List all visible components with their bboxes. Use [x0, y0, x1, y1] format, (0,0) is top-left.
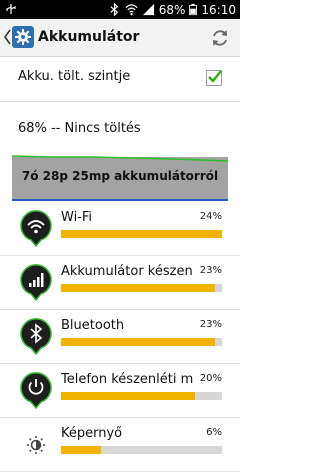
usage-list: Wi-Fi 24% Akkumulátor készenlét 23% Blue… — [0, 202, 240, 472]
battery-history-graph[interactable]: 7ó 28p 25mp akkumulátorról — [12, 151, 228, 199]
usage-item-screen[interactable]: Képernyő 6% — [0, 418, 240, 472]
charge-status-row: 68% -- Nincs töltés — [0, 102, 240, 150]
usage-bar-fill — [61, 446, 102, 454]
show-level-checkbox[interactable] — [206, 70, 222, 86]
back-icon[interactable] — [2, 28, 12, 46]
usage-item-standby[interactable]: Akkumulátor készenlét 23% — [0, 256, 240, 310]
refresh-icon[interactable] — [210, 28, 230, 48]
status-bar: 68% 16:10 — [0, 0, 240, 19]
usage-bar — [61, 446, 222, 454]
battery-icon — [189, 3, 198, 16]
settings-app-icon — [12, 26, 34, 48]
brightness-icon — [27, 436, 45, 454]
show-level-setting[interactable]: Akku. tölt. szintje — [0, 56, 240, 102]
usage-name: Bluetooth — [61, 318, 125, 333]
app-bar: Akkumulátor — [0, 19, 240, 57]
usage-bar — [61, 284, 222, 292]
battery-time-label: 7ó 28p 25mp akkumulátorról — [21, 169, 219, 183]
battery-percent: 68% — [158, 2, 186, 17]
usage-bar-fill — [61, 284, 216, 292]
usage-item-phone-idle[interactable]: Telefon készenléti mód 20% — [0, 364, 240, 418]
usage-percent: 6% — [206, 427, 222, 438]
wifi-status-icon — [125, 4, 138, 16]
usage-percent: 20% — [199, 373, 222, 384]
wifi-icon — [20, 210, 52, 247]
usage-name: Képernyő — [61, 426, 123, 441]
usage-bar-fill — [61, 230, 222, 238]
usage-bar — [61, 338, 222, 346]
bluetooth-icon — [20, 318, 52, 355]
usage-bar — [61, 392, 222, 400]
usage-name: Akkumulátor készenlét — [61, 264, 193, 279]
graph-baseline — [12, 199, 228, 201]
usage-bar-fill — [61, 392, 196, 400]
usb-icon — [6, 4, 16, 14]
bluetooth-status-icon — [110, 3, 118, 16]
clock: 16:10 — [201, 2, 236, 17]
usage-bar — [61, 230, 222, 238]
usage-percent: 23% — [199, 265, 222, 276]
usage-percent: 24% — [199, 211, 222, 222]
power-icon — [20, 372, 52, 409]
signal-icon — [20, 264, 52, 301]
page-title: Akkumulátor — [38, 29, 140, 45]
charge-status: 68% -- Nincs töltés — [18, 121, 141, 136]
checkmark-icon — [208, 70, 222, 83]
show-level-label: Akku. tölt. szintje — [18, 69, 131, 84]
cellular-signal-icon — [142, 3, 154, 16]
usage-bar-fill — [61, 338, 216, 346]
usage-percent: 23% — [199, 319, 222, 330]
usage-item-bluetooth[interactable]: Bluetooth 23% — [0, 310, 240, 364]
usage-name: Wi-Fi — [61, 210, 93, 225]
usage-item-wifi[interactable]: Wi-Fi 24% — [0, 202, 240, 256]
usage-name: Telefon készenléti mód — [61, 372, 193, 387]
